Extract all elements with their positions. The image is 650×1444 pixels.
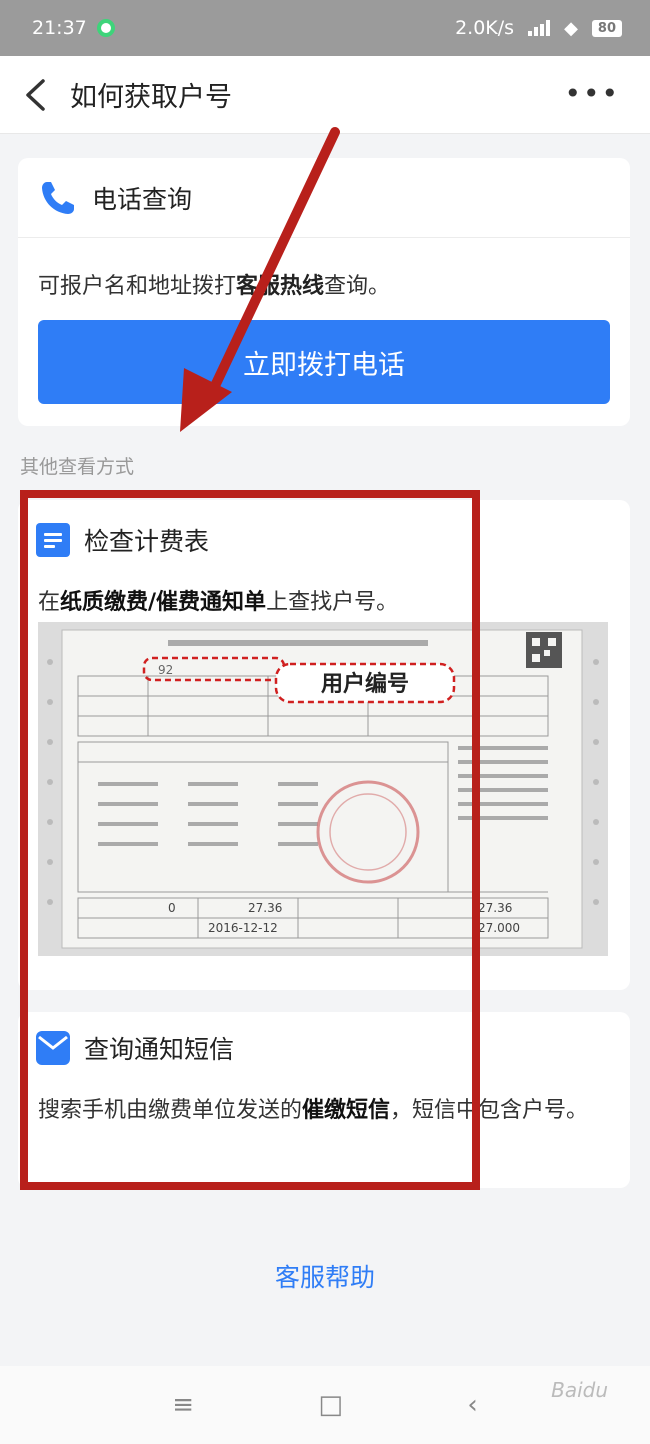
hotline-highlight: 客服热线 [236,274,325,299]
wifi-icon: ◆ [564,17,578,39]
watermark: Baidu [551,1378,608,1402]
bill-card-header: 检查计费表 [36,522,209,558]
phone-query-card: 电话查询 可报户名和地址拨打客服热线查询。 立即拨打电话 [18,158,630,426]
bill-callout-label: 用户编号 [321,671,409,697]
document-icon [36,523,70,557]
battery-indicator: 80 [591,19,622,37]
message-icon [36,1031,70,1065]
menu-icon[interactable]: ≡ [172,1390,194,1420]
notification-dot-icon [96,19,115,37]
more-options-icon[interactable]: ••• [564,80,620,108]
bill-amount-1: 27.36 [248,901,282,915]
bill-photo: 用户编号 92 2016-12-12 27.36 27.36 27.000 0 [38,622,608,956]
call-now-button[interactable]: 立即拨打电话 [38,320,610,404]
back-button[interactable] [0,56,70,134]
status-right: 2.0K/s ◆ 80 [455,17,622,39]
app-bar: 如何获取户号 ••• [0,56,650,134]
customer-service-help-link[interactable]: 客服帮助 [0,1258,650,1294]
signal-icon [528,20,551,36]
phone-icon [42,181,74,214]
sms-card-description: 搜索手机由缴费单位发送的催缴短信，短信中包含户号。 [38,1098,589,1123]
status-bar: 21:37 2.0K/s ◆ 80 [0,0,650,56]
phone-card-title: 电话查询 [92,184,193,214]
chevron-left-icon [26,78,45,111]
phone-card-header: 电话查询 [18,158,630,238]
phone-card-description: 可报户名和地址拨打客服热线查询。 [38,274,391,299]
sms-query-card: 查询通知短信 搜索手机由缴费单位发送的催缴短信，短信中包含户号。 [18,1012,630,1188]
bill-date: 2016-12-12 [208,921,278,935]
bill-amount-4: 0 [168,901,176,915]
back-nav-icon[interactable]: ‹ [467,1390,477,1420]
status-left: 21:37 [32,17,115,39]
home-icon[interactable]: □ [318,1390,343,1420]
bill-card-title: 检查计费表 [84,527,210,556]
sms-card-header: 查询通知短信 [36,1030,234,1066]
section-label-other-methods: 其他查看方式 [20,456,135,478]
bill-card-description: 在纸质缴费/催费通知单上查找户号。 [38,590,399,615]
page-title: 如何获取户号 [70,82,232,113]
bill-highlight: 纸质缴费/催费通知单 [60,590,267,615]
bill-account-number: 92 [158,663,173,677]
bill-amount-2: 27.36 [478,901,512,915]
status-time: 21:37 [32,17,87,39]
bill-illustration: 用户编号 92 2016-12-12 27.36 27.36 27.000 0 [38,622,608,956]
bill-amount-3: 27.000 [478,921,520,935]
network-speed: 2.0K/s [455,17,515,39]
check-bill-card: 检查计费表 在纸质缴费/催费通知单上查找户号。 用户编号 92 2016-12-… [18,500,630,990]
sms-card-title: 查询通知短信 [84,1035,235,1064]
sms-highlight: 催缴短信 [302,1098,391,1123]
